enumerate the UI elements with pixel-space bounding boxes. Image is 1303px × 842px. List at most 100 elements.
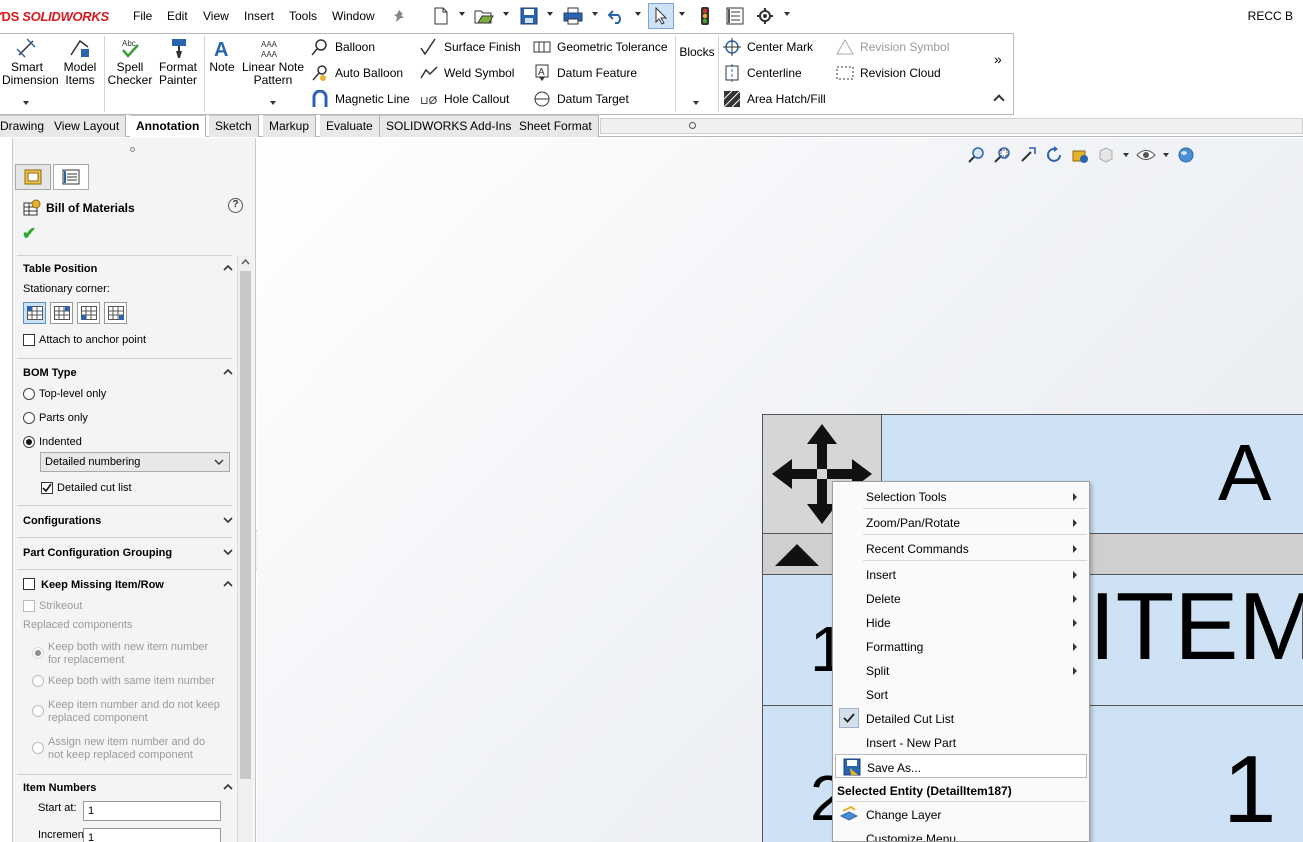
strikeout-checkbox[interactable] (23, 600, 35, 612)
view-settings-icon[interactable] (1067, 144, 1093, 166)
linear-note-pattern-dropdown[interactable] (270, 101, 276, 105)
hide-show-dropdown[interactable] (1163, 153, 1169, 157)
select-dropdown-caret[interactable] (679, 12, 685, 16)
panel-grip-icon[interactable] (130, 147, 135, 152)
keep-missing-checkbox[interactable] (23, 578, 35, 590)
part-config-grouping-header[interactable]: Part Configuration Grouping (23, 547, 233, 559)
menu-item-split[interactable]: Split (833, 658, 1089, 682)
scrollbar-thumb[interactable] (240, 271, 251, 779)
undo-icon[interactable] (605, 5, 627, 27)
smart-dimension-button[interactable]: Smart Dimension (2, 37, 59, 87)
magnetic-line-button[interactable]: Magnetic Line (311, 89, 410, 109)
print-icon[interactable] (562, 5, 584, 27)
tab-solidworks-add-ins[interactable]: SOLIDWORKS Add-Ins (380, 115, 519, 137)
rotate-view-icon[interactable] (1041, 144, 1067, 166)
smart-dimension-dropdown[interactable] (23, 101, 29, 105)
datum-feature-button[interactable]: A Datum Feature (533, 63, 637, 83)
top-level-only-radio[interactable] (23, 388, 35, 400)
tab-annotation[interactable]: Annotation (130, 115, 207, 137)
rebuild-traffic-light-icon[interactable] (694, 5, 716, 27)
start-at-input[interactable]: 1 (83, 801, 221, 821)
weld-symbol-button[interactable]: Weld Symbol (420, 63, 514, 83)
assign-new-number-radio[interactable] (32, 742, 44, 754)
appearance-globe-icon[interactable] (1173, 144, 1199, 166)
options-gear-icon[interactable] (754, 5, 776, 27)
detailed-cut-list-checkbox[interactable] (41, 482, 53, 494)
blocks-button[interactable]: Blocks (678, 46, 716, 59)
item-numbers-header[interactable]: Item Numbers (23, 782, 233, 794)
menu-item-sort[interactable]: Sort (833, 682, 1089, 706)
menu-file[interactable]: File (133, 9, 152, 23)
tab-feature-manager[interactable] (15, 164, 51, 190)
surface-finish-button[interactable]: Surface Finish (420, 37, 521, 57)
help-icon[interactable]: ? (228, 198, 243, 213)
menu-item-detailed-cut-list[interactable]: Detailed Cut List (833, 706, 1089, 730)
hole-callout-button[interactable]: ⊔Ø Hole Callout (420, 89, 509, 109)
corner-bottom-right-button[interactable] (104, 302, 127, 324)
attach-anchor-checkbox[interactable] (23, 334, 35, 346)
linear-note-pattern-button[interactable]: AAA AAA Linear Note Pattern (241, 37, 305, 87)
table-position-header[interactable]: Table Position (23, 263, 233, 275)
tab-sketch[interactable]: Sketch (209, 115, 259, 137)
menu-edit[interactable]: Edit (167, 9, 188, 23)
parts-only-radio[interactable] (23, 412, 35, 424)
select-pointer-icon[interactable] (648, 3, 674, 29)
tab-drawing[interactable]: Drawing (0, 115, 52, 137)
configurations-header[interactable]: Configurations (23, 515, 233, 527)
menu-item-selection-tools[interactable]: Selection Tools (833, 484, 1089, 508)
menu-insert[interactable]: Insert (244, 9, 274, 23)
tab-markup[interactable]: Markup (263, 115, 317, 137)
menu-item-insert-new-part[interactable]: Insert - New Part (833, 730, 1089, 754)
model-items-button[interactable]: Model Items (58, 37, 102, 87)
display-style-dropdown[interactable] (1123, 153, 1129, 157)
ok-checkmark-icon[interactable]: ✔ (22, 224, 36, 244)
tab-scroll-strip[interactable] (600, 118, 1303, 134)
new-dropdown-caret[interactable] (459, 12, 465, 16)
balloon-button[interactable]: Balloon (311, 37, 375, 57)
tab-property-manager[interactable] (53, 164, 89, 190)
menu-item-recent-commands[interactable]: Recent Commands (833, 536, 1089, 560)
geometric-tolerance-button[interactable]: Geometric Tolerance (533, 37, 668, 57)
menu-view[interactable]: View (203, 9, 229, 23)
menu-item-formatting[interactable]: Formatting (833, 634, 1089, 658)
file-properties-icon[interactable] (724, 5, 746, 27)
previous-view-icon[interactable] (1015, 144, 1041, 166)
datum-target-button[interactable]: Datum Target (533, 89, 629, 109)
auto-balloon-button[interactable]: Auto Balloon (311, 63, 403, 83)
corner-top-left-button[interactable] (23, 302, 46, 324)
menu-item-zoom-pan-rotate[interactable]: Zoom/Pan/Rotate (833, 510, 1089, 534)
revision-symbol-button[interactable]: Revision Symbol (836, 37, 949, 57)
menu-item-insert[interactable]: Insert (833, 562, 1089, 586)
ribbon-collapse-chevron-icon[interactable] (993, 94, 1005, 106)
menu-item-change-layer[interactable]: Change Layer (833, 802, 1089, 826)
spell-checker-button[interactable]: Abc Spell Checker (106, 37, 154, 87)
menu-item-customize-menu[interactable]: Customize Menu (833, 826, 1089, 841)
user-name[interactable]: RECC B (1248, 9, 1293, 23)
menu-window[interactable]: Window (332, 9, 375, 23)
keep-item-number-radio[interactable] (32, 705, 44, 717)
keep-missing-header[interactable]: Keep Missing Item/Row (41, 579, 233, 591)
menu-item-hide[interactable]: Hide (833, 610, 1089, 634)
tab-sheet-format[interactable]: Sheet Format (513, 115, 599, 137)
display-style-icon[interactable] (1093, 144, 1119, 166)
menu-tools[interactable]: Tools (289, 9, 317, 23)
hide-show-items-icon[interactable] (1133, 144, 1159, 166)
format-painter-button[interactable]: Format Painter (155, 37, 201, 87)
keep-both-same-radio[interactable] (32, 675, 44, 687)
tab-evaluate[interactable]: Evaluate (320, 115, 380, 137)
indented-radio[interactable] (23, 436, 35, 448)
area-hatch-fill-button[interactable]: Area Hatch/Fill (723, 89, 826, 109)
centerline-button[interactable]: Centerline (723, 63, 802, 83)
center-mark-button[interactable]: Center Mark (723, 37, 813, 57)
increment-input[interactable]: 1 (83, 828, 221, 842)
graphics-area[interactable]: A 1 ITEM 2 1 (257, 138, 1303, 842)
options-dropdown-caret[interactable] (784, 12, 790, 16)
menu-item-delete[interactable]: Delete (833, 586, 1089, 610)
ribbon-expand-chevron-icon[interactable]: » (994, 51, 1002, 67)
open-dropdown-caret[interactable] (503, 12, 509, 16)
print-dropdown-caret[interactable] (592, 12, 598, 16)
save-icon[interactable] (518, 5, 540, 27)
revision-cloud-button[interactable]: Revision Cloud (836, 63, 941, 83)
new-document-icon[interactable] (430, 5, 452, 27)
open-icon[interactable] (473, 5, 495, 27)
